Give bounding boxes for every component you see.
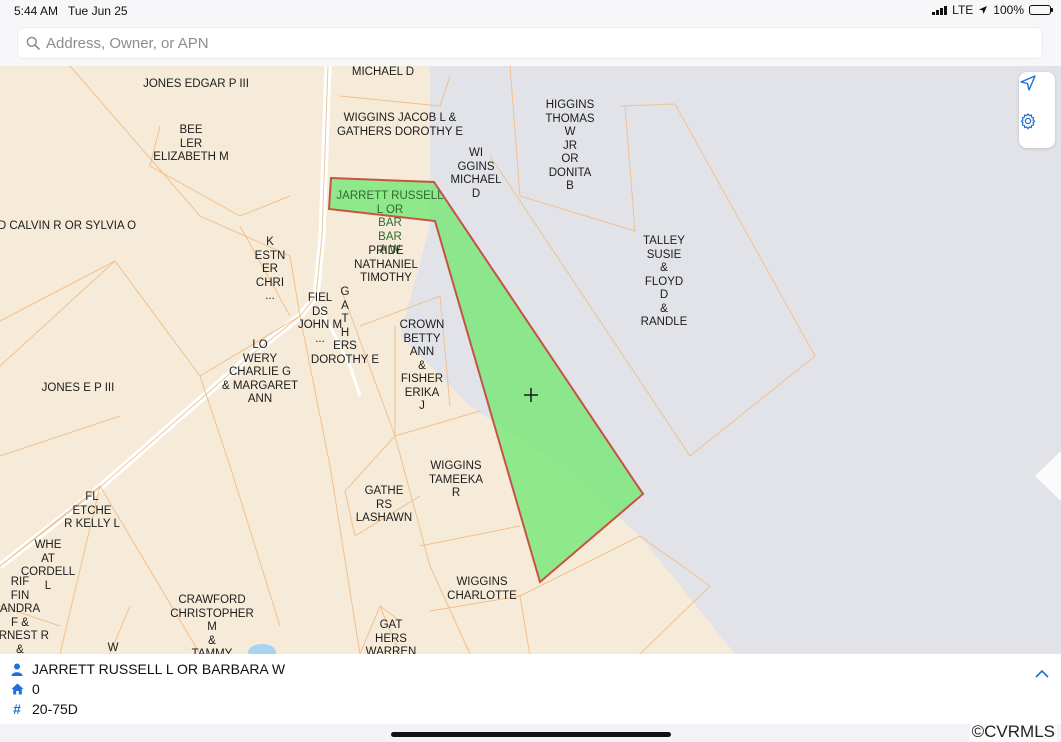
hash-icon: # <box>13 701 21 717</box>
address-row: 0 <box>10 681 40 697</box>
locate-me-button[interactable] <box>1019 74 1055 110</box>
search-bar <box>0 22 1061 66</box>
address-number: 0 <box>32 681 40 697</box>
parcel-label: D CALVIN R OR SYLVIA O <box>0 220 137 232</box>
expand-panel-button[interactable] <box>1031 662 1053 684</box>
location-services-icon <box>979 6 988 14</box>
signal-icon <box>932 5 948 15</box>
parcel-label: CRAWFORD CHRISTOPHER M & TAMMY <box>170 594 254 654</box>
search-field[interactable] <box>18 28 1042 58</box>
parcel-label: BEE LER ELIZABETH M <box>153 124 229 163</box>
network-label: LTE <box>952 3 974 17</box>
parcel-label: K ESTN ER CHRI ... <box>254 236 286 302</box>
parcel-label: RIF FIN ANDRA F & ERNEST R & <box>0 576 49 654</box>
parcel-label: TALLEY SUSIE & FLOYD D & RANDLE <box>640 235 688 328</box>
owner-row: JARRETT RUSSELL L OR BARBARA W <box>10 661 285 677</box>
parcel-label: W <box>107 642 119 654</box>
parcel-label: G A T H ERS DOROTHY E <box>310 286 380 366</box>
map-tools <box>1019 72 1055 148</box>
side-panel-handle[interactable] <box>1031 441 1061 511</box>
parcel-label: HIGGINS THOMAS W JR OR DONITA B <box>545 99 595 192</box>
parcel-label: MICHAEL D <box>351 66 415 78</box>
parcel-label: WIGGINS CHARLOTTE <box>447 576 517 602</box>
parcel-label: LO WERY CHARLIE G & MARGARET ANN <box>221 339 299 405</box>
parcel-info-panel[interactable]: JARRETT RUSSELL L OR BARBARA W 0 # 20-75… <box>0 654 1061 724</box>
parcel-id: 20-75D <box>32 701 78 717</box>
parcel-map[interactable]: MICHAEL D JONES EDGAR P III BEE LER ELIZAB… <box>0 66 1061 654</box>
search-icon <box>26 36 40 50</box>
map-settings-button[interactable] <box>1019 112 1055 148</box>
bottom-strip: ©CVRMLS <box>0 722 1061 742</box>
battery-percent: 100% <box>993 3 1024 17</box>
search-input[interactable] <box>44 33 948 53</box>
owner-name: JARRETT RUSSELL L OR BARBARA W <box>32 661 286 677</box>
chevron-up-icon <box>1035 669 1049 678</box>
battery-icon <box>1029 5 1053 15</box>
home-icon <box>10 683 24 695</box>
parcel-label: PRIDE NATHANIEL TIMOTHY <box>354 245 418 284</box>
parcel-label: JONES E P III <box>41 382 115 394</box>
parcel-label: CROWN BETTY ANN & FISHER ERIKA J <box>399 319 445 412</box>
status-bar: 5:44 AM Tue Jun 25 LTE 100% <box>0 0 1061 22</box>
status-time: 5:44 AM <box>14 4 59 18</box>
location-arrow-icon <box>1020 75 1036 91</box>
chevron-left-icon <box>1035 451 1061 501</box>
home-indicator[interactable] <box>391 732 671 737</box>
parcel-label: JONES EDGAR P III <box>143 78 249 90</box>
status-date: Tue Jun 25 <box>68 4 128 18</box>
gear-icon <box>1020 113 1036 130</box>
parcel-label: GAT HERS WARREN <box>365 619 417 654</box>
status-indicators: LTE 100% <box>932 3 1053 17</box>
parcel-label: WIGGINS JACOB L & GATHERS DOROTHY E <box>336 112 464 138</box>
parcel-label: WIGGINS TAMEEKA R <box>428 460 484 499</box>
copyright-label: ©CVRMLS <box>969 722 1057 742</box>
parcel-label: WI GGINS MICHAEL D <box>450 147 502 200</box>
parcel-id-row: # 20-75D <box>10 701 78 717</box>
parcel-label: FL ETCHE R KELLY L <box>64 491 120 530</box>
parcel-label: GATHE RS LASHAWN <box>355 485 413 524</box>
person-icon <box>10 663 24 676</box>
